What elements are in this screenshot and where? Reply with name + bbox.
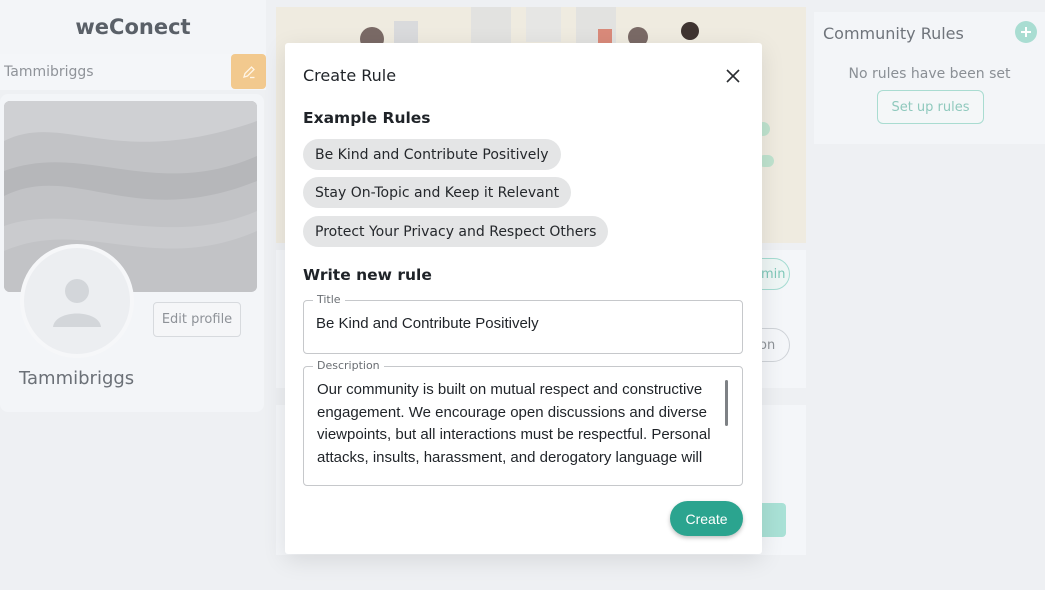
description-textarea[interactable]: Our community is built on mutual respect…: [317, 379, 731, 475]
brand-logo: weConect: [0, 0, 266, 54]
edit-profile-button[interactable]: Edit profile: [153, 302, 241, 337]
add-rule-button[interactable]: [1015, 21, 1037, 43]
edit-name-button[interactable]: [231, 54, 266, 89]
example-rule-chip[interactable]: Be Kind and Contribute Positively: [303, 139, 561, 170]
admin-button-label: min: [761, 266, 786, 282]
title-field-label: Title: [313, 293, 345, 306]
pencil-icon: [242, 65, 255, 78]
title-input[interactable]: [316, 315, 726, 332]
no-rules-text: No rules have been set: [848, 66, 1011, 82]
example-rules-heading: Example Rules: [303, 109, 431, 127]
description-field: Description Our community is built on mu…: [303, 359, 743, 486]
left-column: weConect Tammibriggs Edit profile Tammib…: [0, 0, 266, 590]
profile-username: Tammibriggs: [19, 368, 135, 389]
create-rule-modal: Create Rule Example Rules Be Kind and Co…: [285, 43, 762, 554]
profile-card: Edit profile Tammibriggs: [0, 94, 264, 412]
description-field-label: Description: [313, 359, 384, 372]
setup-rules-button[interactable]: Set up rules: [877, 90, 984, 124]
close-button[interactable]: [721, 64, 745, 88]
username-search-bar: [0, 54, 266, 90]
example-rule-chip[interactable]: Protect Your Privacy and Respect Others: [303, 216, 609, 247]
write-new-rule-heading: Write new rule: [303, 266, 432, 284]
community-rules-panel: Community Rules No rules have been set S…: [814, 12, 1045, 144]
close-icon: [726, 69, 740, 83]
description-scrollbar[interactable]: [725, 380, 728, 426]
user-silhouette-icon: [53, 279, 101, 327]
avatar[interactable]: [20, 244, 134, 358]
example-rule-chip[interactable]: Stay On-Topic and Keep it Relevant: [303, 177, 572, 208]
plus-circle-icon: [1021, 27, 1031, 37]
community-rules-title: Community Rules: [823, 24, 964, 43]
modal-title: Create Rule: [303, 66, 397, 85]
create-button[interactable]: Create: [670, 501, 743, 536]
username-input[interactable]: [2, 56, 228, 88]
title-field: Title: [303, 293, 743, 354]
